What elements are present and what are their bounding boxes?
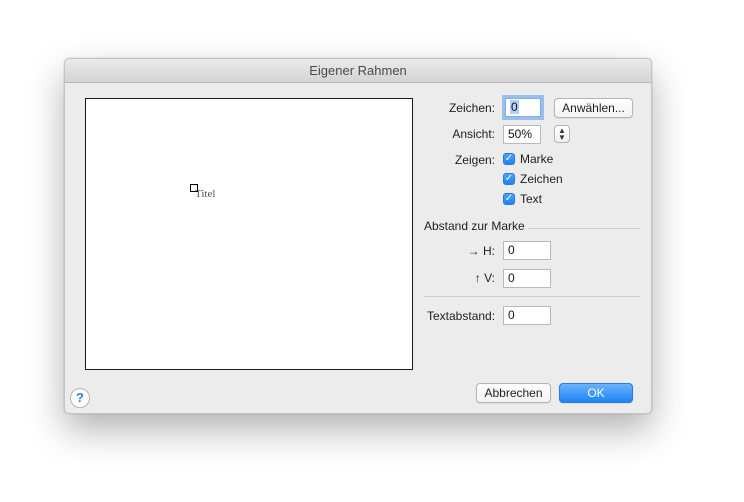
checkbox-marke[interactable]: ✓ Marke (503, 152, 553, 166)
zeichen-value: 0 (510, 100, 519, 114)
window-title: Eigener Rahmen (65, 59, 651, 83)
textabstand-label: Textabstand: (427, 309, 496, 323)
zeigen-label: Zeigen: (454, 153, 495, 167)
frame-preview: Titel (85, 98, 413, 370)
zeichen-label: Zeichen: (448, 101, 495, 115)
abstand-section-title: Abstand zur Marke (424, 219, 525, 233)
section-divider (424, 296, 640, 297)
dialog-window: Eigener Rahmen Titel Zeichen: 0 Anwählen… (64, 58, 652, 414)
mark-title-text: Titel (195, 188, 216, 200)
checkbox-label: Text (520, 192, 543, 206)
ok-button[interactable]: OK (559, 383, 633, 403)
v-label: ↑ V: (474, 271, 495, 285)
cancel-button[interactable]: Abbrechen (476, 383, 551, 403)
select-button[interactable]: Anwählen... (554, 98, 633, 118)
checkmark-icon[interactable]: ✓ (503, 173, 515, 185)
section-divider (528, 228, 640, 229)
checkbox-label: Marke (520, 152, 554, 166)
checkbox-text[interactable]: ✓ Text (503, 192, 542, 206)
checkbox-zeichen[interactable]: ✓ Zeichen (503, 172, 563, 186)
h-label: → H: (467, 244, 495, 258)
help-button[interactable]: ? (70, 388, 90, 408)
ansicht-label: Ansicht: (452, 127, 495, 141)
ansicht-input[interactable]: 50% (503, 125, 541, 144)
zeichen-input[interactable]: 0 (505, 98, 541, 117)
checkmark-icon[interactable]: ✓ (503, 193, 515, 205)
checkbox-label: Zeichen (520, 172, 563, 186)
checkmark-icon[interactable]: ✓ (503, 153, 515, 165)
zoom-stepper[interactable]: ▲ ▼ (554, 125, 570, 143)
v-offset-input[interactable]: 0 (503, 269, 551, 288)
stepper-down-icon[interactable]: ▼ (555, 134, 569, 142)
h-offset-input[interactable]: 0 (503, 241, 551, 260)
textabstand-input[interactable]: 0 (503, 306, 551, 325)
